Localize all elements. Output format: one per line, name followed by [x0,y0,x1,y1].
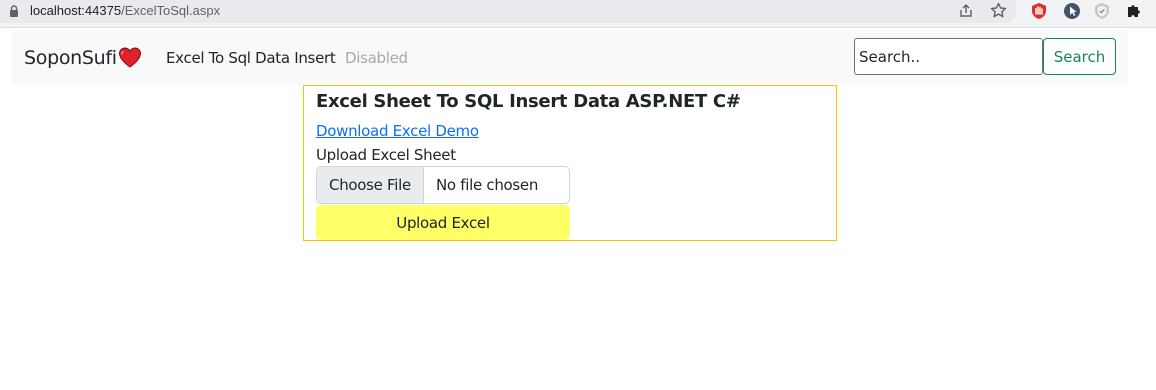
heart-icon [118,47,141,68]
shield-extension-icon[interactable] [1030,2,1048,20]
badge-extension-icon[interactable] [1093,2,1111,20]
browser-toolbar: localhost:44375/ExcelToSql.aspx [0,0,1156,28]
brand-name: SoponSufi [24,47,117,69]
file-status: No file chosen [436,176,539,194]
navbar: SoponSufi Excel To Sql Data Insert Disab… [12,30,1128,85]
nav-link-disabled: Disabled [345,49,408,67]
star-icon[interactable] [990,2,1007,19]
search-button[interactable]: Search [1043,38,1116,75]
nav-link-excel-to-sql[interactable]: Excel To Sql Data Insert [166,49,336,67]
url-text[interactable]: localhost:44375/ExcelToSql.aspx [30,3,220,18]
choose-file-button[interactable]: Choose File [317,167,424,203]
brand[interactable]: SoponSufi [24,47,142,69]
upload-label: Upload Excel Sheet [316,146,456,164]
file-input[interactable]: Choose File No file chosen [316,166,570,204]
url-host: localhost:44375 [30,3,122,18]
page-title: Excel Sheet To SQL Insert Data ASP.NET C… [316,91,741,112]
puzzle-extensions-icon[interactable] [1125,2,1143,20]
lock-icon[interactable] [9,5,19,17]
upload-card: Excel Sheet To SQL Insert Data ASP.NET C… [303,85,837,241]
share-icon[interactable] [958,3,974,19]
url-path: /ExcelToSql.aspx [121,3,221,18]
cursor-extension-icon[interactable] [1063,2,1081,20]
upload-excel-button[interactable]: Upload Excel [316,205,570,240]
search-input[interactable] [854,38,1043,75]
download-excel-demo-link[interactable]: Download Excel Demo [316,122,479,140]
address-bar[interactable]: localhost:44375/ExcelToSql.aspx [0,0,1016,23]
